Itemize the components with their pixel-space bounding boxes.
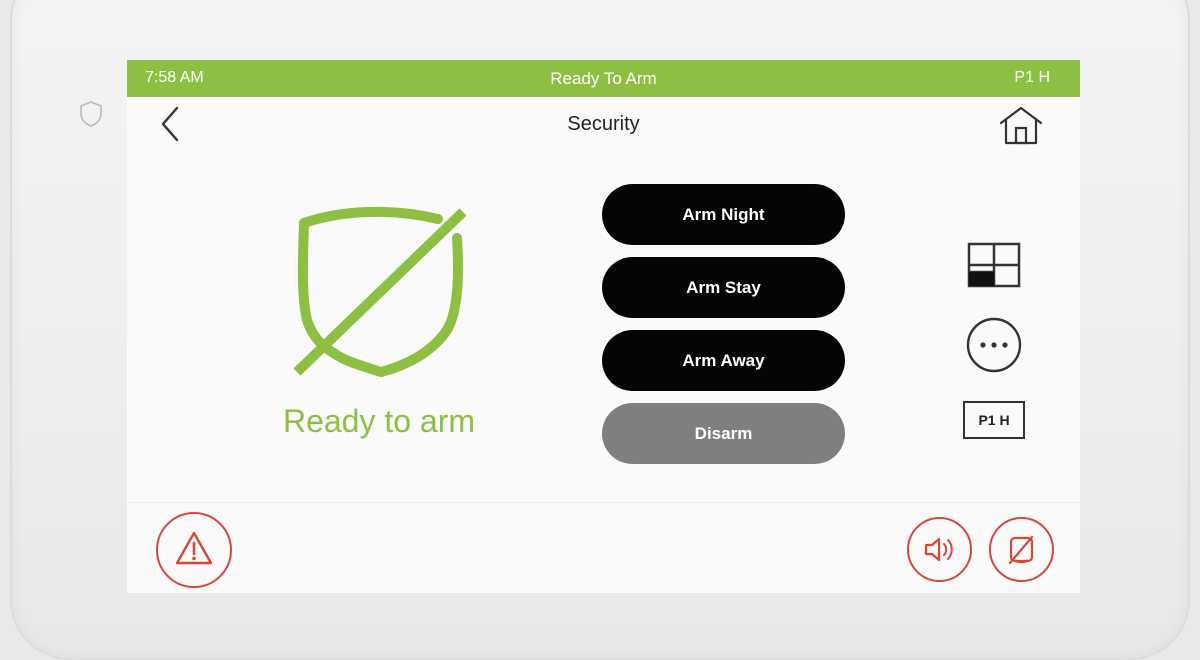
speaker-icon <box>924 537 953 562</box>
shield-disabled-icon <box>293 206 467 378</box>
status-text: Ready To Arm <box>550 69 657 88</box>
tiles-button[interactable] <box>967 242 1021 288</box>
arm-stay-button[interactable]: Arm Stay <box>602 257 845 318</box>
touch-screen: 7:58 AM Ready To Arm P1 H Security Ready… <box>127 60 1080 593</box>
partition-button[interactable]: P1 H <box>963 401 1025 439</box>
volume-button[interactable] <box>907 517 972 582</box>
title-bar: Security <box>127 97 1080 153</box>
status-bar: 7:58 AM Ready To Arm P1 H <box>127 60 1080 97</box>
device-shield-icon <box>80 101 102 127</box>
arm-night-button[interactable]: Arm Night <box>602 184 845 245</box>
home-button[interactable] <box>997 103 1045 147</box>
chime-button[interactable] <box>989 517 1054 582</box>
footer-divider <box>127 502 1080 503</box>
disarm-button[interactable]: Disarm <box>602 403 845 464</box>
tiles-icon <box>967 242 1021 288</box>
security-status-label: Ready to arm <box>282 403 476 439</box>
page-title: Security <box>567 113 640 135</box>
more-options-icon <box>966 317 1022 373</box>
arm-away-button[interactable]: Arm Away <box>602 330 845 391</box>
more-options-button[interactable] <box>965 316 1023 374</box>
warning-icon <box>175 531 213 565</box>
home-icon <box>999 106 1043 145</box>
status-partition: P1 H <box>1014 69 1050 86</box>
chime-off-icon <box>1008 535 1034 565</box>
panic-button[interactable] <box>156 512 232 588</box>
